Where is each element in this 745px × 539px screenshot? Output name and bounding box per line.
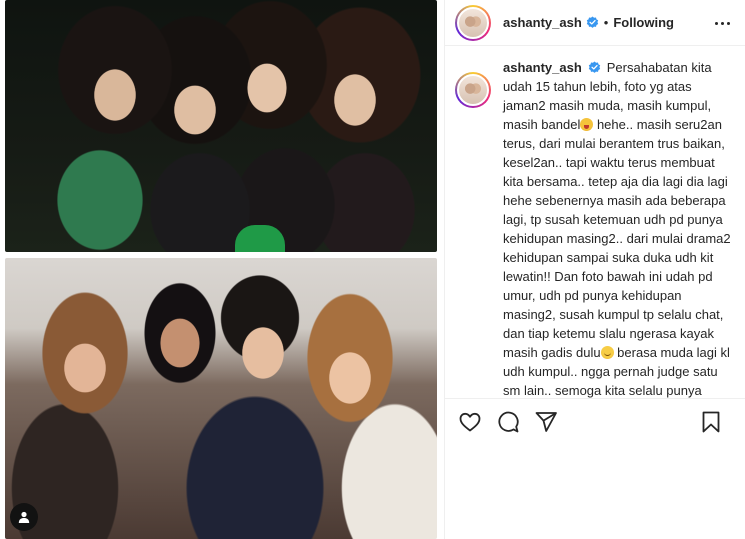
avatar-image bbox=[457, 6, 489, 39]
photo-detail bbox=[235, 225, 285, 252]
tongue-emoji-icon bbox=[580, 118, 594, 131]
verified-badge-icon bbox=[586, 16, 599, 29]
share-button[interactable] bbox=[533, 409, 559, 435]
comment-button[interactable] bbox=[495, 409, 521, 435]
caption-text-2: hehe.. masih seru2an terus, dari mulai b… bbox=[503, 117, 731, 360]
comment-icon bbox=[498, 411, 519, 432]
avatar[interactable] bbox=[455, 4, 491, 41]
more-options-icon[interactable] bbox=[712, 14, 732, 32]
bookmark-icon bbox=[702, 411, 720, 433]
smile-emoji-icon bbox=[600, 346, 614, 359]
post-header: ashanty_ash • Following bbox=[445, 0, 745, 46]
verified-badge-icon bbox=[588, 61, 601, 74]
caption: ashanty_ash Persahabatan kita udah 15 tah… bbox=[503, 58, 732, 398]
caption-area: ashanty_ash Persahabatan kita udah 15 tah… bbox=[445, 58, 745, 398]
action-bar bbox=[445, 398, 745, 444]
user-tag-icon[interactable] bbox=[10, 503, 38, 531]
caption-avatar-image bbox=[457, 74, 489, 106]
user-silhouette-icon bbox=[18, 511, 30, 523]
photo-top[interactable] bbox=[5, 0, 437, 252]
header-username[interactable]: ashanty_ash bbox=[503, 15, 582, 30]
paper-plane-icon bbox=[535, 411, 557, 432]
photo-bottom[interactable] bbox=[5, 258, 437, 539]
following-button[interactable]: Following bbox=[613, 15, 674, 30]
separator-dot: • bbox=[603, 15, 609, 30]
caption-avatar[interactable] bbox=[455, 72, 491, 108]
like-button[interactable] bbox=[457, 409, 483, 435]
instagram-post: ashanty_ash • Following ashanty_ash Persa… bbox=[0, 0, 745, 539]
caption-username[interactable]: ashanty_ash bbox=[503, 60, 582, 75]
post-sidebar: ashanty_ash • Following ashanty_ash Persa… bbox=[444, 0, 745, 539]
post-media bbox=[0, 0, 444, 539]
save-button[interactable] bbox=[698, 409, 724, 435]
heart-icon bbox=[459, 412, 481, 431]
